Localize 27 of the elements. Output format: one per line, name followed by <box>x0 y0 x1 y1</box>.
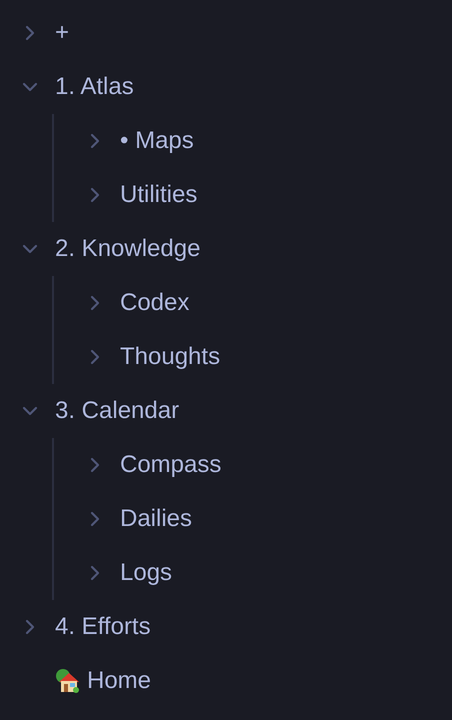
folder-item[interactable]: • Maps <box>86 114 452 168</box>
folder-label: Logs <box>120 558 172 588</box>
folder-label: Utilities <box>120 180 198 210</box>
folder-label: Dailies <box>120 504 192 534</box>
folder-item[interactable]: Logs <box>86 546 452 600</box>
folder-item[interactable]: Utilities <box>86 168 452 222</box>
folder-item[interactable]: + <box>21 6 452 60</box>
folder-item[interactable]: 1. Atlas <box>21 60 452 114</box>
folder-label: • Maps <box>120 126 194 156</box>
folder-label: Thoughts <box>120 342 220 372</box>
folder-label: Codex <box>120 288 190 318</box>
folder-label: 2. Knowledge <box>55 234 200 264</box>
folder-label: 1. Atlas <box>55 72 134 102</box>
folder-label: 3. Calendar <box>55 396 180 426</box>
folder-label: 4. Efforts <box>55 612 151 642</box>
folder-item[interactable]: 4. Efforts <box>21 600 452 654</box>
folder-item[interactable]: 2. Knowledge <box>21 222 452 276</box>
file-item[interactable]: Home <box>21 654 452 708</box>
file-label: Home <box>87 666 152 696</box>
folder-item[interactable]: Compass <box>86 438 452 492</box>
folder-label: Compass <box>120 450 222 480</box>
folder-item[interactable]: Thoughts <box>86 330 452 384</box>
folder-item[interactable]: Dailies <box>86 492 452 546</box>
folder-label: + <box>55 18 70 48</box>
house-icon <box>55 668 81 694</box>
folder-item[interactable]: 3. Calendar <box>21 384 452 438</box>
folder-item[interactable]: Codex <box>86 276 452 330</box>
